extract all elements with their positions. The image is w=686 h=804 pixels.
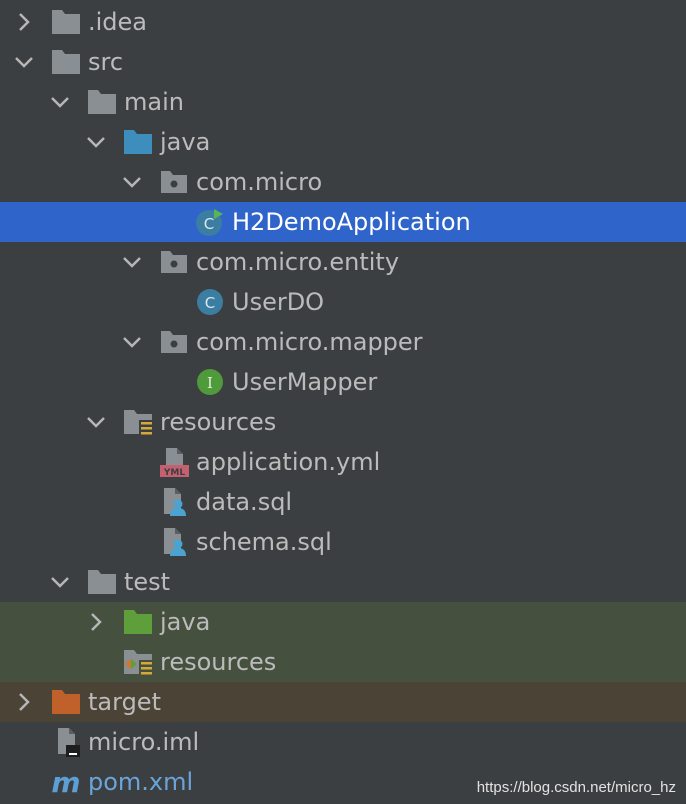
test-folder-icon — [124, 610, 152, 634]
chevron-right-icon[interactable] — [84, 610, 108, 634]
tree-item-label: main — [124, 88, 184, 116]
svg-text:m: m — [51, 766, 80, 798]
tree-item-label: pom.xml — [88, 768, 194, 796]
svg-text:YML: YML — [163, 468, 185, 478]
tree-item-label: com.micro.mapper — [196, 328, 423, 356]
svg-text:C: C — [204, 215, 214, 233]
sql-file-icon — [164, 528, 186, 556]
project-tree: .idea src main java com.micro C H2DemoAp… — [0, 0, 686, 804]
package-icon — [161, 251, 187, 273]
tree-item-main-resources[interactable]: resources — [0, 402, 686, 442]
tree-item-label: UserDO — [232, 288, 325, 316]
tree-item-com-micro-mapper[interactable]: com.micro.mapper — [0, 322, 686, 362]
package-icon — [161, 331, 187, 353]
tree-item-label: resources — [160, 648, 277, 676]
folder-icon — [52, 50, 80, 74]
tree-item-label: target — [88, 688, 161, 716]
chevron-down-icon[interactable] — [120, 330, 144, 354]
tree-item-label: UserMapper — [232, 368, 378, 396]
svg-text:I: I — [207, 374, 213, 392]
class-icon: C — [197, 289, 223, 315]
package-icon — [161, 171, 187, 193]
tree-item-label: micro.iml — [88, 728, 200, 756]
tree-item-userdo[interactable]: C UserDO — [0, 282, 686, 322]
svg-text:C: C — [205, 294, 215, 312]
tree-item-test[interactable]: test — [0, 562, 686, 602]
tree-item-schema-sql[interactable]: schema.sql — [0, 522, 686, 562]
tree-item-test-resources[interactable]: resources — [0, 642, 686, 682]
tree-item-src[interactable]: src — [0, 42, 686, 82]
tree-item-label: com.micro — [196, 168, 323, 196]
chevron-down-icon[interactable] — [48, 90, 72, 114]
chevron-down-icon[interactable] — [84, 130, 108, 154]
tree-item-main-java[interactable]: java — [0, 122, 686, 162]
tree-item-micro-iml[interactable]: micro.iml — [0, 722, 686, 762]
chevron-right-icon[interactable] — [12, 10, 36, 34]
tree-item-label: java — [160, 608, 211, 636]
tree-item-data-sql[interactable]: data.sql — [0, 482, 686, 522]
chevron-down-icon[interactable] — [48, 570, 72, 594]
test-resources-folder-icon — [124, 650, 153, 677]
watermark: https://blog.csdn.net/micro_hz — [476, 779, 676, 796]
excluded-folder-icon — [52, 690, 80, 714]
tree-item-usermapper[interactable]: I UserMapper — [0, 362, 686, 402]
tree-item-label: resources — [160, 408, 277, 436]
chevron-down-icon[interactable] — [84, 410, 108, 434]
tree-item-main[interactable]: main — [0, 82, 686, 122]
tree-item-application-yml[interactable]: YML application.yml — [0, 442, 686, 482]
tree-item-label: .idea — [88, 8, 148, 36]
tree-item-test-java[interactable]: java — [0, 602, 686, 642]
chevron-right-icon[interactable] — [12, 690, 36, 714]
maven-icon: m — [51, 766, 80, 798]
class-runnable-icon: C — [196, 209, 223, 236]
tree-item-label: java — [160, 128, 211, 156]
iml-file-icon — [58, 728, 80, 757]
chevron-down-icon[interactable] — [120, 250, 144, 274]
folder-icon — [52, 10, 80, 34]
chevron-down-icon[interactable] — [120, 170, 144, 194]
tree-item-idea[interactable]: .idea — [0, 2, 686, 42]
interface-icon: I — [197, 369, 223, 395]
folder-icon — [88, 90, 116, 114]
tree-item-label: schema.sql — [196, 528, 332, 556]
tree-item-h2demoapplication[interactable]: C H2DemoApplication — [0, 202, 686, 242]
tree-item-label: data.sql — [196, 488, 293, 516]
tree-item-label: application.yml — [196, 448, 381, 476]
chevron-down-icon[interactable] — [12, 50, 36, 74]
yml-file-icon: YML — [160, 448, 189, 478]
tree-item-label: com.micro.entity — [196, 248, 400, 276]
tree-item-label: src — [88, 48, 124, 76]
folder-icon — [88, 570, 116, 594]
tree-item-label: H2DemoApplication — [232, 208, 471, 236]
resources-folder-icon — [124, 410, 153, 437]
sql-file-icon — [164, 488, 186, 516]
tree-item-target[interactable]: target — [0, 682, 686, 722]
tree-item-com-micro[interactable]: com.micro — [0, 162, 686, 202]
source-folder-icon — [124, 130, 152, 154]
tree-item-label: test — [124, 568, 171, 596]
tree-item-com-micro-entity[interactable]: com.micro.entity — [0, 242, 686, 282]
